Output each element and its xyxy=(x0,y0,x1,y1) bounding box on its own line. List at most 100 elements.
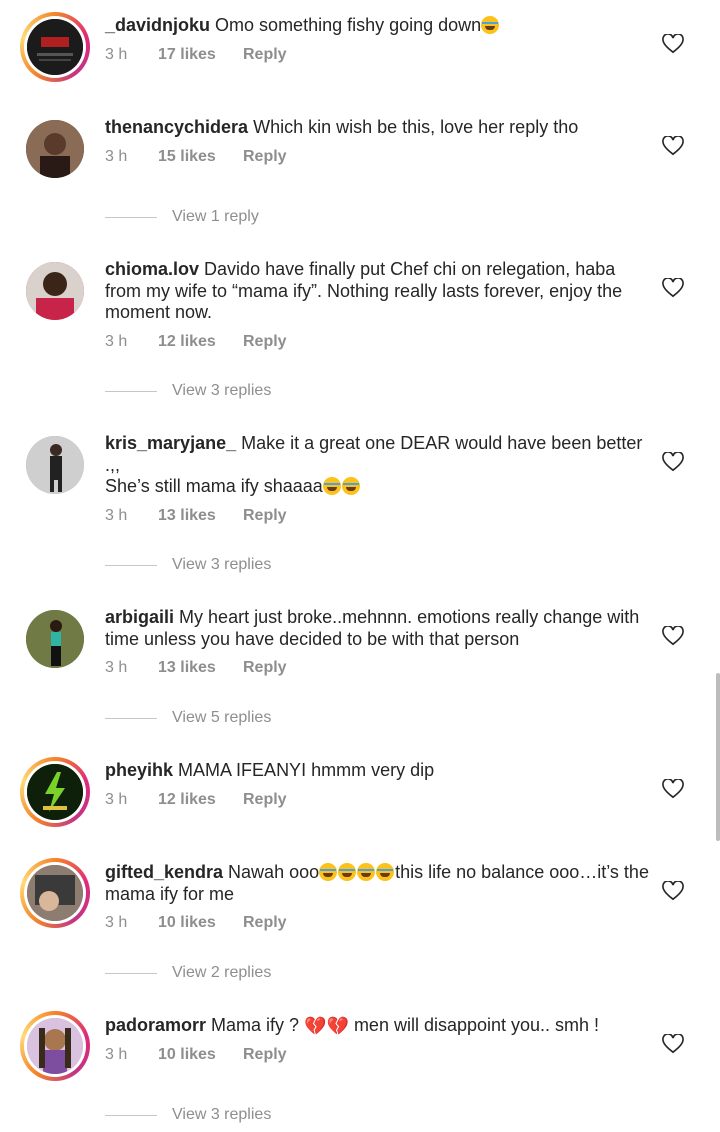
comment-likes[interactable]: 12 likes xyxy=(158,333,243,351)
avatar[interactable] xyxy=(20,757,90,827)
comment-username[interactable]: chioma.lov xyxy=(105,259,199,279)
avatar[interactable] xyxy=(20,1011,90,1081)
comment-meta: 3 h 10 likes Reply xyxy=(105,1046,287,1064)
comment-text: _davidnjoku Omo something fishy going do… xyxy=(105,15,650,37)
comment-username[interactable]: pheyihk xyxy=(105,760,173,780)
reply-button[interactable]: Reply xyxy=(243,1046,287,1064)
comment-body-after: men will disappoint you.. smh ! xyxy=(353,1015,600,1035)
comment-text: gifted_kendra Nawah ooo this life no bala… xyxy=(105,862,650,905)
view-replies-label[interactable]: View 5 replies xyxy=(172,709,271,727)
comment-likes[interactable]: 10 likes xyxy=(158,914,243,932)
avatar-image xyxy=(27,19,83,75)
heart-icon[interactable] xyxy=(662,136,684,156)
comment-time: 3 h xyxy=(105,148,128,165)
comment-meta: 3 h 13 likes Reply xyxy=(105,507,287,525)
comment-text-line2: She’s still mama ify shaaaa xyxy=(105,476,650,498)
reply-button[interactable]: Reply xyxy=(243,46,287,64)
comment-meta: 3 h 10 likes Reply xyxy=(105,914,287,932)
comment-text: thenancychidera Which kin wish be this, … xyxy=(105,117,650,139)
view-replies-button[interactable]: View 1 reply xyxy=(105,208,259,226)
comment-likes[interactable]: 13 likes xyxy=(158,507,243,525)
comment-username[interactable]: _davidnjoku xyxy=(105,15,210,35)
comment-likes[interactable]: 12 likes xyxy=(158,791,243,809)
comment-body: MAMA IFEANYI hmmm very dip xyxy=(178,760,435,780)
avatar-image xyxy=(27,764,83,820)
avatar-image xyxy=(27,865,83,921)
divider-line xyxy=(105,216,157,218)
laughing-emoji-icon xyxy=(319,863,338,881)
view-replies-button[interactable]: View 2 replies xyxy=(105,964,271,982)
heart-icon[interactable] xyxy=(662,452,684,472)
reply-button[interactable]: Reply xyxy=(243,148,287,166)
avatar-image xyxy=(26,120,84,178)
comment-body: Nawah ooo xyxy=(228,862,320,882)
comment-username[interactable]: padoramorr xyxy=(105,1015,206,1035)
laughing-emoji-icon xyxy=(322,477,341,495)
comment-body: Which kin wish be this, love her reply t… xyxy=(253,117,579,137)
comment-likes[interactable]: 15 likes xyxy=(158,148,243,166)
divider-line xyxy=(105,717,157,719)
laughing-emoji-icon xyxy=(341,477,360,495)
view-replies-label[interactable]: View 3 replies xyxy=(172,556,271,574)
avatar-image xyxy=(26,262,84,320)
laughing-emoji-icon xyxy=(376,863,395,881)
avatar[interactable] xyxy=(20,12,90,82)
avatar[interactable] xyxy=(20,114,90,184)
divider-line xyxy=(105,564,157,566)
comment-username[interactable]: thenancychidera xyxy=(105,117,248,137)
reply-button[interactable]: Reply xyxy=(243,333,287,351)
heart-icon[interactable] xyxy=(662,278,684,298)
comment-likes[interactable]: 10 likes xyxy=(158,1046,243,1064)
view-replies-button[interactable]: View 3 replies xyxy=(105,556,271,574)
view-replies-label[interactable]: View 3 replies xyxy=(172,382,271,400)
comment-text: padoramorr Mama ify ? 💔💔 men will disapp… xyxy=(105,1015,650,1038)
avatar-image xyxy=(27,1018,83,1074)
comment-text: pheyihk MAMA IFEANYI hmmm very dip xyxy=(105,760,650,782)
comment-text: kris_maryjane_ Make it a great one DEAR … xyxy=(105,433,650,476)
comment-body: Mama ify ? xyxy=(211,1015,300,1035)
comment-body: My heart just broke..mehnnn. emotions re… xyxy=(105,607,640,649)
comment-likes[interactable]: 17 likes xyxy=(158,46,243,64)
heart-icon[interactable] xyxy=(662,779,684,799)
divider-line xyxy=(105,972,157,974)
laughing-emoji-icon xyxy=(357,863,376,881)
view-replies-button[interactable]: View 5 replies xyxy=(105,709,271,727)
view-replies-label[interactable]: View 3 replies xyxy=(172,1106,271,1124)
reply-button[interactable]: Reply xyxy=(243,914,287,932)
laughing-emoji-icon xyxy=(338,863,357,881)
laughing-emoji-icon xyxy=(481,16,500,34)
view-replies-label[interactable]: View 2 replies xyxy=(172,964,271,982)
comment-body-2: She’s still mama ify shaaaa xyxy=(105,476,323,496)
heart-icon[interactable] xyxy=(662,34,684,54)
comment-username[interactable]: arbigaili xyxy=(105,607,174,627)
reply-button[interactable]: Reply xyxy=(243,507,287,525)
comment-time: 3 h xyxy=(105,1046,128,1063)
divider-line xyxy=(105,1114,157,1116)
reply-button[interactable]: Reply xyxy=(243,791,287,809)
comment-time: 3 h xyxy=(105,791,128,808)
heart-icon[interactable] xyxy=(662,626,684,646)
view-replies-button[interactable]: View 3 replies xyxy=(105,1106,271,1124)
comment-meta: 3 h 12 likes Reply xyxy=(105,791,287,809)
comment-username[interactable]: gifted_kendra xyxy=(105,862,223,882)
scrollbar[interactable] xyxy=(716,673,720,841)
avatar[interactable] xyxy=(20,604,90,674)
reply-button[interactable]: Reply xyxy=(243,659,287,677)
view-replies-button[interactable]: View 3 replies xyxy=(105,382,271,400)
broken-heart-icon: 💔💔 xyxy=(304,1016,349,1036)
heart-icon[interactable] xyxy=(662,881,684,901)
heart-icon[interactable] xyxy=(662,1034,684,1054)
avatar-image xyxy=(26,436,84,494)
comment-meta: 3 h 15 likes Reply xyxy=(105,148,287,166)
avatar[interactable] xyxy=(20,430,90,500)
avatar[interactable] xyxy=(20,858,90,928)
comment-text: chioma.lov Davido have finally put Chef … xyxy=(105,259,650,324)
comment-username[interactable]: kris_maryjane_ xyxy=(105,433,236,453)
comment-meta: 3 h 12 likes Reply xyxy=(105,333,287,351)
view-replies-label[interactable]: View 1 reply xyxy=(172,208,259,226)
comment-time: 3 h xyxy=(105,507,128,524)
comment-body: Omo something fishy going down xyxy=(215,15,482,35)
avatar[interactable] xyxy=(20,256,90,326)
comment-meta: 3 h 17 likes Reply xyxy=(105,46,287,64)
comment-likes[interactable]: 13 likes xyxy=(158,659,243,677)
